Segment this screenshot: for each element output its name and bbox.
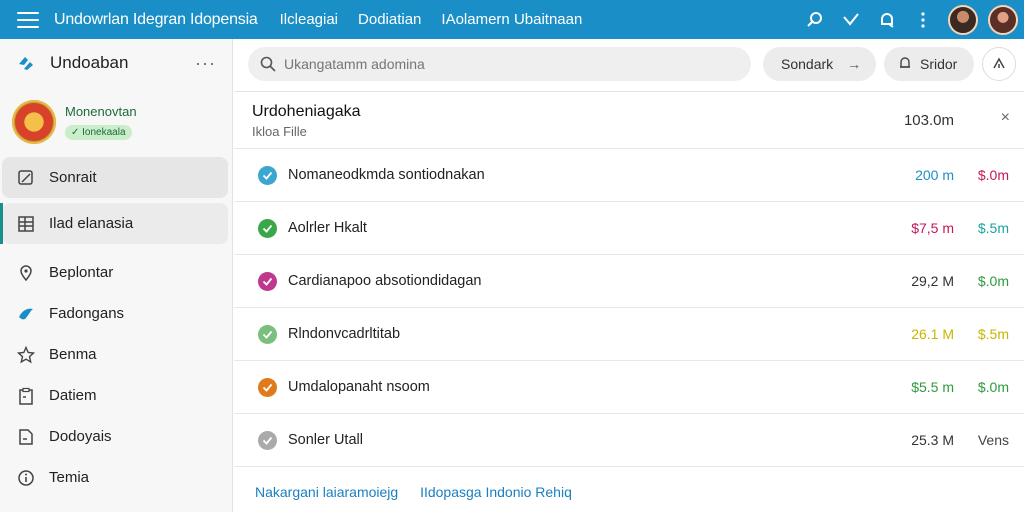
more-vert-icon[interactable] xyxy=(912,9,934,31)
check-icon[interactable] xyxy=(840,9,862,31)
panel-header: Urdoheniagaka Ikloa Fille 103.0m × xyxy=(234,92,1024,149)
clipboard-icon xyxy=(16,386,36,406)
sidebar-item-datiem[interactable]: Datiem xyxy=(0,375,232,416)
table-row[interactable]: Cardianapoo absotiondidagan 29,2 M $.0m xyxy=(234,255,1024,308)
app-title: Undowrlan Idegran Idopensia xyxy=(54,10,258,28)
row-name: Cardianapoo absotiondidagan xyxy=(288,273,482,289)
sidebar-item-ilad-elanasia[interactable]: Ilad elanasia xyxy=(0,203,228,244)
footer-link-2[interactable]: IIdopasga Indonio Rehiq xyxy=(420,484,572,500)
bell-icon[interactable] xyxy=(876,9,898,31)
row-cost: $.5m xyxy=(977,326,1009,342)
sidebar-item-label: Fadongans xyxy=(49,305,125,322)
profile-name: Monenovtan xyxy=(65,104,137,119)
row-size: $7,5 m xyxy=(911,220,954,236)
sidebar-item-label: Benma xyxy=(49,346,97,363)
panel-subtitle: Ikloa Fille xyxy=(252,124,307,139)
row-size: $5.5 m xyxy=(911,379,954,395)
row-cost: Vens xyxy=(977,432,1009,448)
row-size: 26.1 M xyxy=(911,326,954,342)
avatar[interactable] xyxy=(948,4,978,35)
table-row[interactable]: Umdalopanaht nsoom $5.5 m $.0m xyxy=(234,361,1024,414)
info-icon xyxy=(16,468,36,488)
profile-emblem xyxy=(12,100,56,144)
top-bar: Undowrlan Idegran Idopensia Ilcleagiai D… xyxy=(0,0,1024,39)
row-size: 200 m xyxy=(915,167,954,183)
star-icon xyxy=(16,345,36,365)
check-circle-icon[interactable] xyxy=(258,378,277,397)
row-cost: $.0m xyxy=(977,273,1009,289)
sidebar-item-label: Ilad elanasia xyxy=(49,215,134,232)
table-row[interactable]: Aolrler Hkalt $7,5 m $.5m xyxy=(234,202,1024,255)
sidebar-item-dodoyais[interactable]: Dodoyais xyxy=(0,416,232,457)
file-icon xyxy=(16,427,36,447)
pin-icon xyxy=(16,263,36,283)
check-circle-icon[interactable] xyxy=(258,431,277,450)
sidebar-item-label: Datiem xyxy=(49,387,97,404)
sidebar-item-beplontar[interactable]: Beplontar xyxy=(0,252,232,293)
nav-link-3[interactable]: IAolamern Ubaitnaan xyxy=(441,11,582,28)
panel-title: Urdoheniagaka xyxy=(252,103,361,120)
row-cost: $.0m xyxy=(977,379,1009,395)
sidebar-item-temia[interactable]: Temia xyxy=(0,457,232,498)
row-size: 25.3 M xyxy=(911,432,954,448)
check-circle-icon[interactable] xyxy=(258,272,277,291)
search-icon[interactable] xyxy=(804,9,826,31)
close-icon[interactable]: × xyxy=(1001,109,1010,127)
sidebar: Undoaban ··· Monenovtan ✓ Ionekaala Sonr… xyxy=(0,39,233,512)
menu-icon[interactable] xyxy=(17,11,39,28)
search-bar[interactable] xyxy=(248,47,751,81)
sidebar-item-fadongans[interactable]: Fadongans xyxy=(0,293,232,334)
sidebar-item-label: Dodoyais xyxy=(49,428,112,445)
sidebar-item-sonrait[interactable]: Sonrait xyxy=(2,157,228,198)
nav-link-2[interactable]: Dodiatian xyxy=(358,11,421,28)
file-list-panel: Urdoheniagaka Ikloa Fille 103.0m × Noman… xyxy=(234,91,1024,512)
sort-button[interactable]: Sondark → xyxy=(763,47,876,81)
bell-icon xyxy=(898,56,912,73)
arrow-right-icon: → xyxy=(847,56,862,72)
panel-size: 103.0m xyxy=(903,112,954,129)
filter-label: Sridor xyxy=(920,56,958,72)
avatar-secondary[interactable] xyxy=(988,4,1018,35)
app-logo-icon xyxy=(19,57,33,70)
row-name: Aolrler Hkalt xyxy=(288,220,367,236)
grid-icon xyxy=(16,214,36,234)
footer-link-1[interactable]: Nakargani laiaramoiejg xyxy=(255,484,398,500)
check-circle-icon[interactable] xyxy=(258,325,277,344)
profile[interactable]: Monenovtan ✓ Ionekaala xyxy=(0,87,232,157)
sort-label: Sondark xyxy=(781,56,834,72)
sidebar-item-label: Beplontar xyxy=(49,264,114,281)
top-icons xyxy=(804,0,1024,39)
more-icon[interactable]: ··· xyxy=(195,53,216,74)
navigation-arrow-icon xyxy=(993,57,1005,69)
table-row[interactable]: Sonler Utall 25.3 M Vens xyxy=(234,414,1024,467)
table-row[interactable]: Rlndonvcadrltitab 26.1 M $.5m xyxy=(234,308,1024,361)
table-row[interactable]: Nomaneodkmda sontiodnakan 200 m $.0m xyxy=(234,149,1024,202)
row-name: Sonler Utall xyxy=(288,432,363,448)
brand-name: Undoaban xyxy=(50,53,129,72)
sidebar-header: Undoaban ··· xyxy=(0,39,232,87)
navigate-button[interactable] xyxy=(982,47,1016,81)
sidebar-item-label: Sonrait xyxy=(49,169,97,186)
filter-button[interactable]: Sridor xyxy=(884,47,974,81)
row-cost: $.5m xyxy=(977,220,1009,236)
search-icon xyxy=(260,56,276,72)
row-name: Rlndonvcadrltitab xyxy=(288,326,401,342)
status-badge: ✓ Ionekaala xyxy=(65,125,132,140)
nav-link-1[interactable]: Ilcleagiai xyxy=(280,11,338,28)
row-name: Umdalopanaht nsoom xyxy=(288,379,430,395)
check-circle-icon[interactable] xyxy=(258,166,277,185)
row-size: 29,2 M xyxy=(911,273,954,289)
edit-icon xyxy=(16,168,36,188)
footer-links: Nakargani laiaramoiejg IIdopasga Indonio… xyxy=(255,484,590,500)
check-circle-icon[interactable] xyxy=(258,219,277,238)
sidebar-item-label: Temia xyxy=(49,469,90,486)
row-name: Nomaneodkmda sontiodnakan xyxy=(288,167,485,183)
bird-icon xyxy=(16,304,36,324)
row-cost: $.0m xyxy=(977,167,1009,183)
search-input[interactable] xyxy=(284,56,724,72)
sidebar-item-benma[interactable]: Benma xyxy=(0,334,232,375)
